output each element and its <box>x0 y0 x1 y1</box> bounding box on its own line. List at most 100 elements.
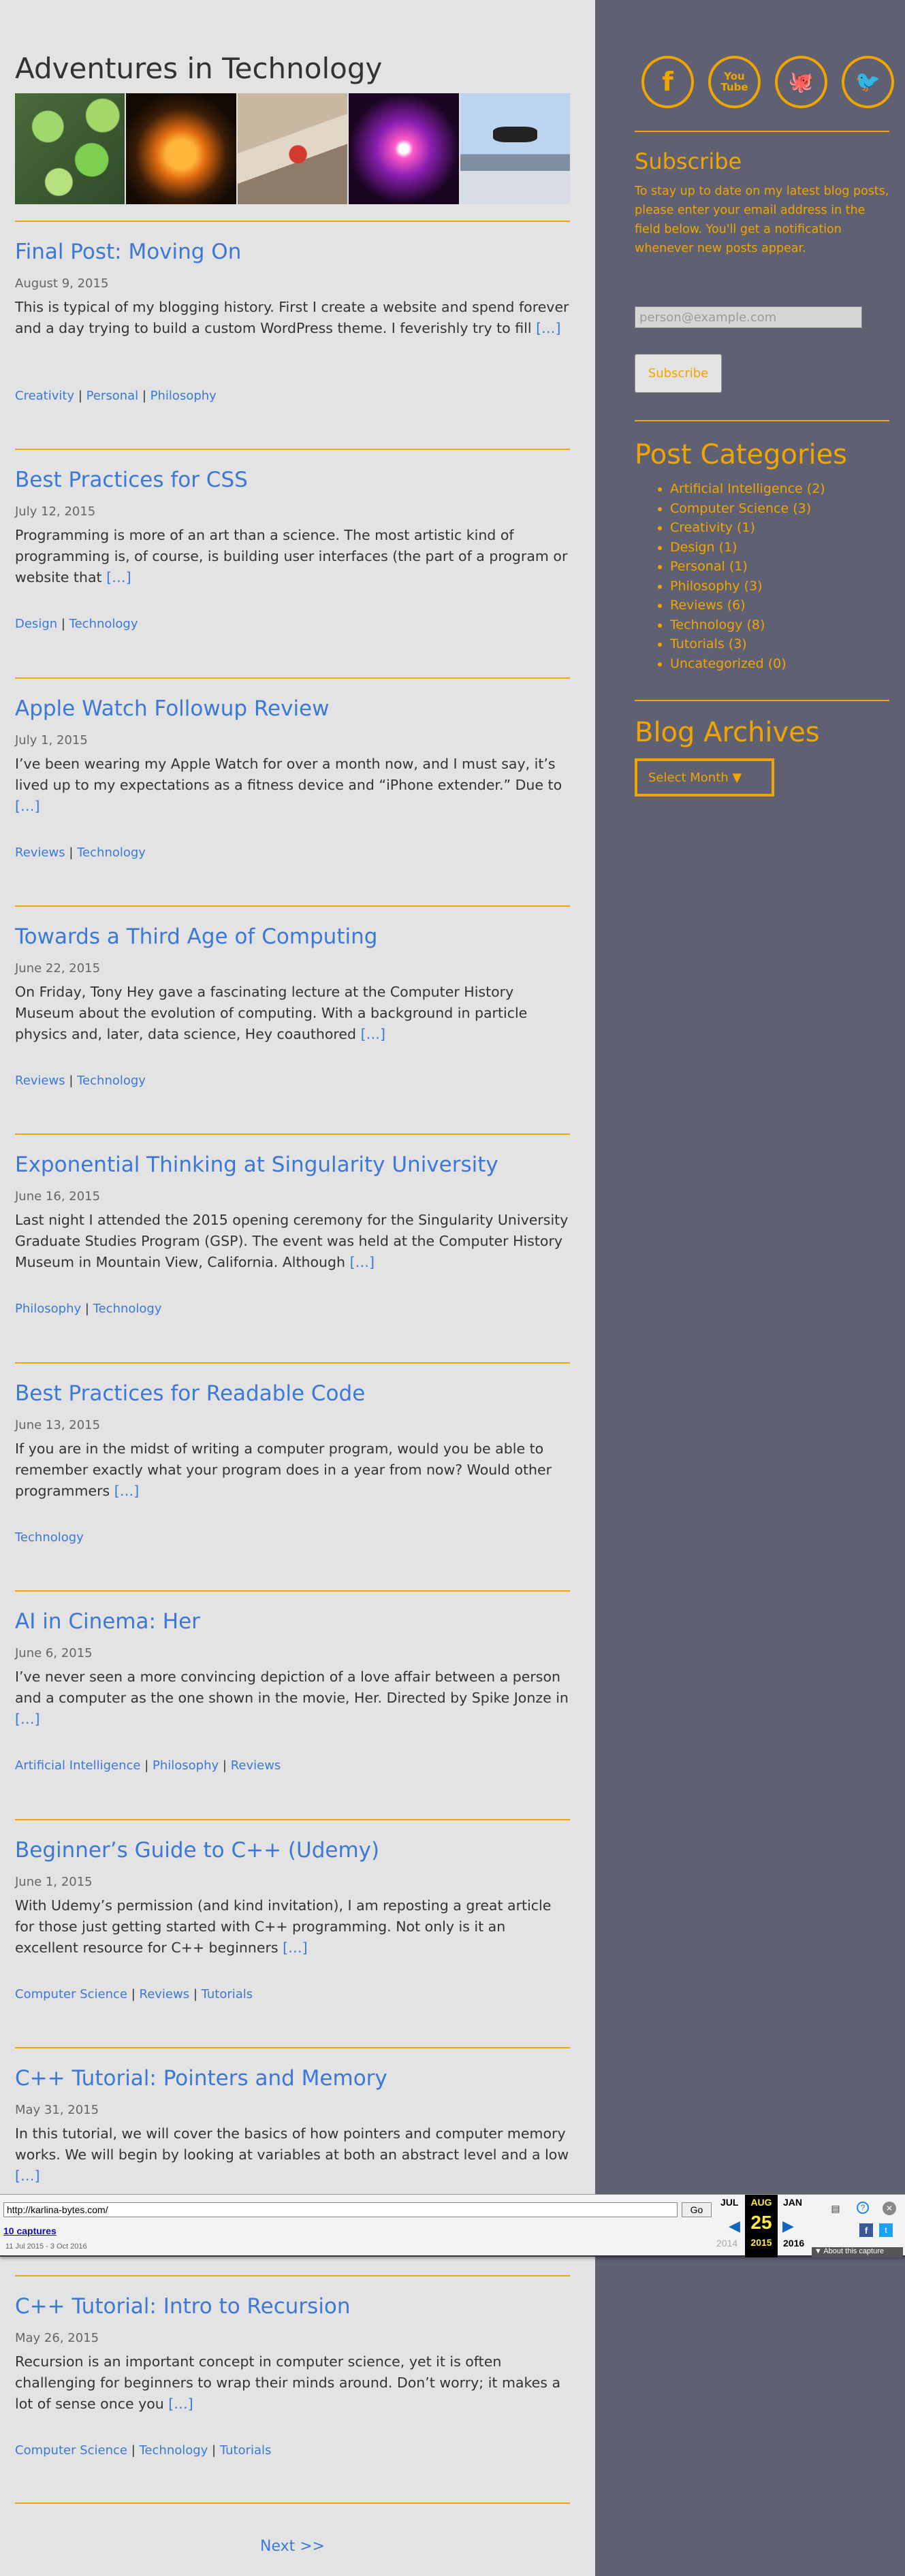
category-name[interactable]: Technology <box>670 617 742 632</box>
wayback-url-input[interactable] <box>3 2202 678 2217</box>
subscribe-heading: Subscribe <box>635 148 742 174</box>
category-item[interactable]: Philosophy (3) <box>670 577 825 596</box>
twitter-icon[interactable]: 🐦 <box>842 56 894 108</box>
month-select[interactable]: Select Month ▼ <box>635 758 774 796</box>
category-separator: | <box>127 1987 140 2001</box>
category-name[interactable]: Computer Science <box>670 501 789 516</box>
youtube-icon[interactable]: You Tube <box>708 56 761 108</box>
post-category-link[interactable]: Philosophy <box>150 389 217 403</box>
post-category-link[interactable]: Computer Science <box>15 1987 127 2001</box>
category-name[interactable]: Design <box>670 540 715 555</box>
category-item[interactable]: Artificial Intelligence (2) <box>670 479 825 499</box>
post-category-link[interactable]: Reviews <box>231 1758 281 1773</box>
post-category-link[interactable]: Technology <box>15 1530 84 1545</box>
post-title[interactable]: Final Post: Moving On <box>15 240 241 264</box>
wayback-prev-arrow-icon[interactable]: ◀ <box>729 2217 740 2235</box>
post-excerpt: Programming is more of an art than a sci… <box>15 525 570 588</box>
post-category-link[interactable]: Technology <box>93 1302 162 1316</box>
post-category-link[interactable]: Philosophy <box>153 1758 219 1773</box>
wayback-prev-month[interactable]: JUL <box>720 2197 738 2208</box>
post-category-link[interactable]: Reviews <box>15 846 65 860</box>
category-count: (1) <box>737 520 755 535</box>
post-date: June 6, 2015 <box>15 1646 93 1660</box>
cells-image <box>15 93 125 204</box>
post-category-link[interactable]: Design <box>15 617 57 631</box>
wayback-close-icon[interactable]: ✕ <box>883 2202 896 2215</box>
post-category-link[interactable]: Personal <box>86 389 139 403</box>
post-title[interactable]: C++ Tutorial: Pointers and Memory <box>15 2066 387 2091</box>
post-category-link[interactable]: Artificial Intelligence <box>15 1758 141 1773</box>
email-field[interactable] <box>635 306 862 328</box>
read-more-link[interactable]: […] <box>536 320 561 336</box>
post-title[interactable]: Apple Watch Followup Review <box>15 696 330 721</box>
post-title[interactable]: Exponential Thinking at Singularity Univ… <box>15 1153 498 1177</box>
post-category-link[interactable]: Technology <box>69 617 138 631</box>
category-item[interactable]: Tutorials (3) <box>670 634 825 654</box>
read-more-link[interactable]: […] <box>106 569 131 585</box>
post-category-link[interactable]: Reviews <box>140 1987 190 2001</box>
post-title[interactable]: AI in Cinema: Her <box>15 1609 200 1634</box>
category-separator: | <box>65 846 78 860</box>
post-category-link[interactable]: Philosophy <box>15 1302 81 1316</box>
post-excerpt-text: I’ve been wearing my Apple Watch for ove… <box>15 756 562 793</box>
facebook-icon[interactable]: f <box>641 56 694 108</box>
facebook-share-icon[interactable]: f <box>859 2223 873 2237</box>
subscribe-button[interactable]: Subscribe <box>635 354 722 393</box>
post-date: May 26, 2015 <box>15 2331 99 2345</box>
post-category-link[interactable]: Creativity <box>15 389 74 403</box>
post-category-link[interactable]: Computer Science <box>15 2443 127 2458</box>
post-category-link[interactable]: Technology <box>140 2443 208 2458</box>
read-more-link[interactable]: […] <box>15 798 40 814</box>
post-title[interactable]: Best Practices for Readable Code <box>15 1381 365 1406</box>
wayback-next-arrow-icon[interactable]: ▶ <box>782 2217 794 2235</box>
category-name[interactable]: Tutorials <box>670 637 725 651</box>
wayback-about-capture[interactable]: ▼ About this capture <box>812 2247 903 2257</box>
read-more-link[interactable]: […] <box>283 1939 308 1956</box>
read-more-link[interactable]: […] <box>168 2396 193 2412</box>
category-item[interactable]: Uncategorized (0) <box>670 654 825 674</box>
post-category-link[interactable]: Technology <box>77 846 146 860</box>
sidebar-divider <box>635 700 889 701</box>
post-title[interactable]: Beginner’s Guide to C++ (Udemy) <box>15 1838 379 1863</box>
post: Beginner’s Guide to C++ (Udemy) June 1, 2… <box>15 1819 570 2001</box>
post-excerpt-text: Programming is more of an art than a sci… <box>15 527 568 585</box>
post-excerpt: I’ve never seen a more convincing depict… <box>15 1667 570 1730</box>
post: Best Practices for Readable Code June 13,… <box>15 1362 570 1545</box>
category-item[interactable]: Personal (1) <box>670 557 825 577</box>
category-list: Artificial Intelligence (2)Computer Scie… <box>670 479 825 673</box>
next-page-link[interactable]: Next >> <box>260 2538 325 2555</box>
wayback-calendar-icon[interactable]: ▤ <box>829 2202 842 2215</box>
category-name[interactable]: Artificial Intelligence <box>670 481 803 496</box>
category-item[interactable]: Reviews (6) <box>670 596 825 615</box>
category-name[interactable]: Uncategorized <box>670 656 764 671</box>
post-category-link[interactable]: Reviews <box>15 1074 65 1088</box>
post-title[interactable]: Best Practices for CSS <box>15 468 248 492</box>
sidebar: f You Tube 🐙 🐦 Subscribe To stay up to date… <box>595 0 905 2576</box>
post-category-link[interactable]: Tutorials <box>202 1987 253 2001</box>
category-name[interactable]: Philosophy <box>670 579 740 594</box>
read-more-link[interactable]: […] <box>15 2168 40 2184</box>
read-more-link[interactable]: […] <box>114 1483 140 1499</box>
read-more-link[interactable]: […] <box>361 1026 386 1042</box>
category-name[interactable]: Reviews <box>670 598 723 613</box>
category-name[interactable]: Creativity <box>670 520 733 535</box>
post-excerpt: Last night I attended the 2015 opening c… <box>15 1210 570 1273</box>
post-title[interactable]: Towards a Third Age of Computing <box>15 924 377 949</box>
github-icon[interactable]: 🐙 <box>775 56 827 108</box>
category-item[interactable]: Creativity (1) <box>670 518 825 538</box>
post-category-link[interactable]: Technology <box>77 1074 146 1088</box>
wayback-next-month[interactable]: JAN <box>783 2197 802 2208</box>
category-item[interactable]: Technology (8) <box>670 615 825 635</box>
read-more-link[interactable]: […] <box>350 1254 375 1270</box>
wayback-go-button[interactable]: Go <box>682 2202 712 2217</box>
wayback-help-icon[interactable]: ? <box>857 2202 869 2214</box>
archives-heading: Blog Archives <box>635 717 820 748</box>
post-category-link[interactable]: Tutorials <box>220 2443 272 2458</box>
read-more-link[interactable]: […] <box>15 1711 40 1727</box>
twitter-share-icon[interactable]: t <box>879 2223 893 2237</box>
category-item[interactable]: Computer Science (3) <box>670 499 825 519</box>
post-title[interactable]: C++ Tutorial: Intro to Recursion <box>15 2294 351 2319</box>
category-item[interactable]: Design (1) <box>670 538 825 558</box>
category-name[interactable]: Personal <box>670 559 725 574</box>
wayback-captures-link[interactable]: 10 captures <box>3 2225 57 2236</box>
